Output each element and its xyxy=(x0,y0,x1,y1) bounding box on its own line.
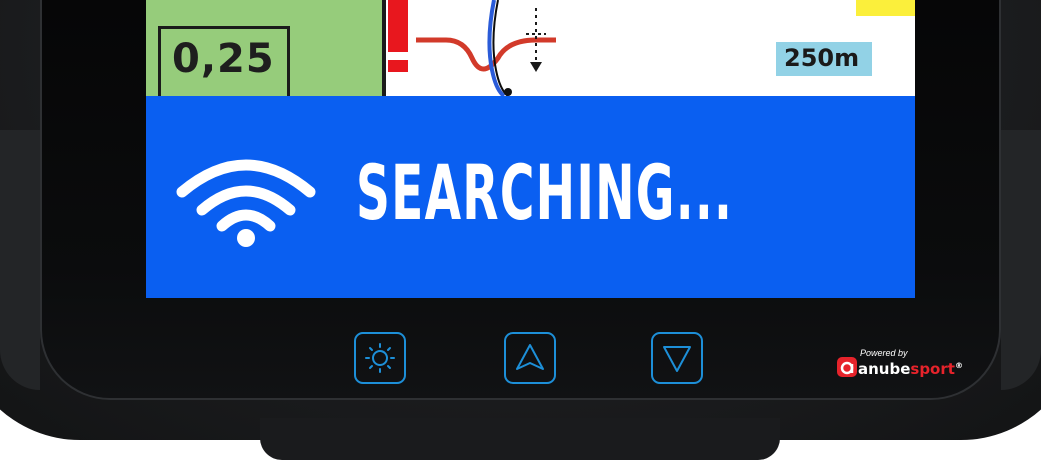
distance-label: 250m xyxy=(784,44,860,72)
warning-icon xyxy=(388,0,408,72)
powered-by-label: Powered by xyxy=(860,348,908,358)
searching-status-text: SEARCHING... xyxy=(356,148,734,237)
registered-mark: ® xyxy=(954,361,963,370)
bumper-bottom-ridge xyxy=(260,418,780,460)
arrow-down-icon xyxy=(663,346,691,372)
wifi-icon xyxy=(176,159,316,247)
highlight-strip xyxy=(856,0,915,16)
brand-name-part2: sport xyxy=(910,360,955,378)
searching-banner: SEARCHING... xyxy=(146,96,915,298)
device-scene: 0,25 250m SEARCHING... Powered by anubes… xyxy=(0,0,1041,460)
arrow-up-icon xyxy=(516,344,544,370)
route-dot xyxy=(504,88,512,96)
brand-name: anubesport® xyxy=(858,360,963,378)
route-line xyxy=(487,0,506,98)
brightness-button[interactable] xyxy=(354,332,406,384)
brand-logo: Powered by anubesport® xyxy=(836,348,966,384)
metric-value: 0,25 xyxy=(172,36,275,82)
navigation-tile: 250m xyxy=(386,0,915,98)
arrow-down-head xyxy=(530,62,542,72)
bumper-grip-right xyxy=(1001,130,1041,390)
bumper-grip-left xyxy=(0,130,40,390)
anubesport-logo-icon xyxy=(837,357,857,377)
down-button[interactable] xyxy=(651,332,703,384)
brand-name-part1: anube xyxy=(858,360,911,378)
brightness-icon xyxy=(365,343,395,373)
metric-tile: 0,25 xyxy=(146,0,386,99)
up-button[interactable] xyxy=(504,332,556,384)
